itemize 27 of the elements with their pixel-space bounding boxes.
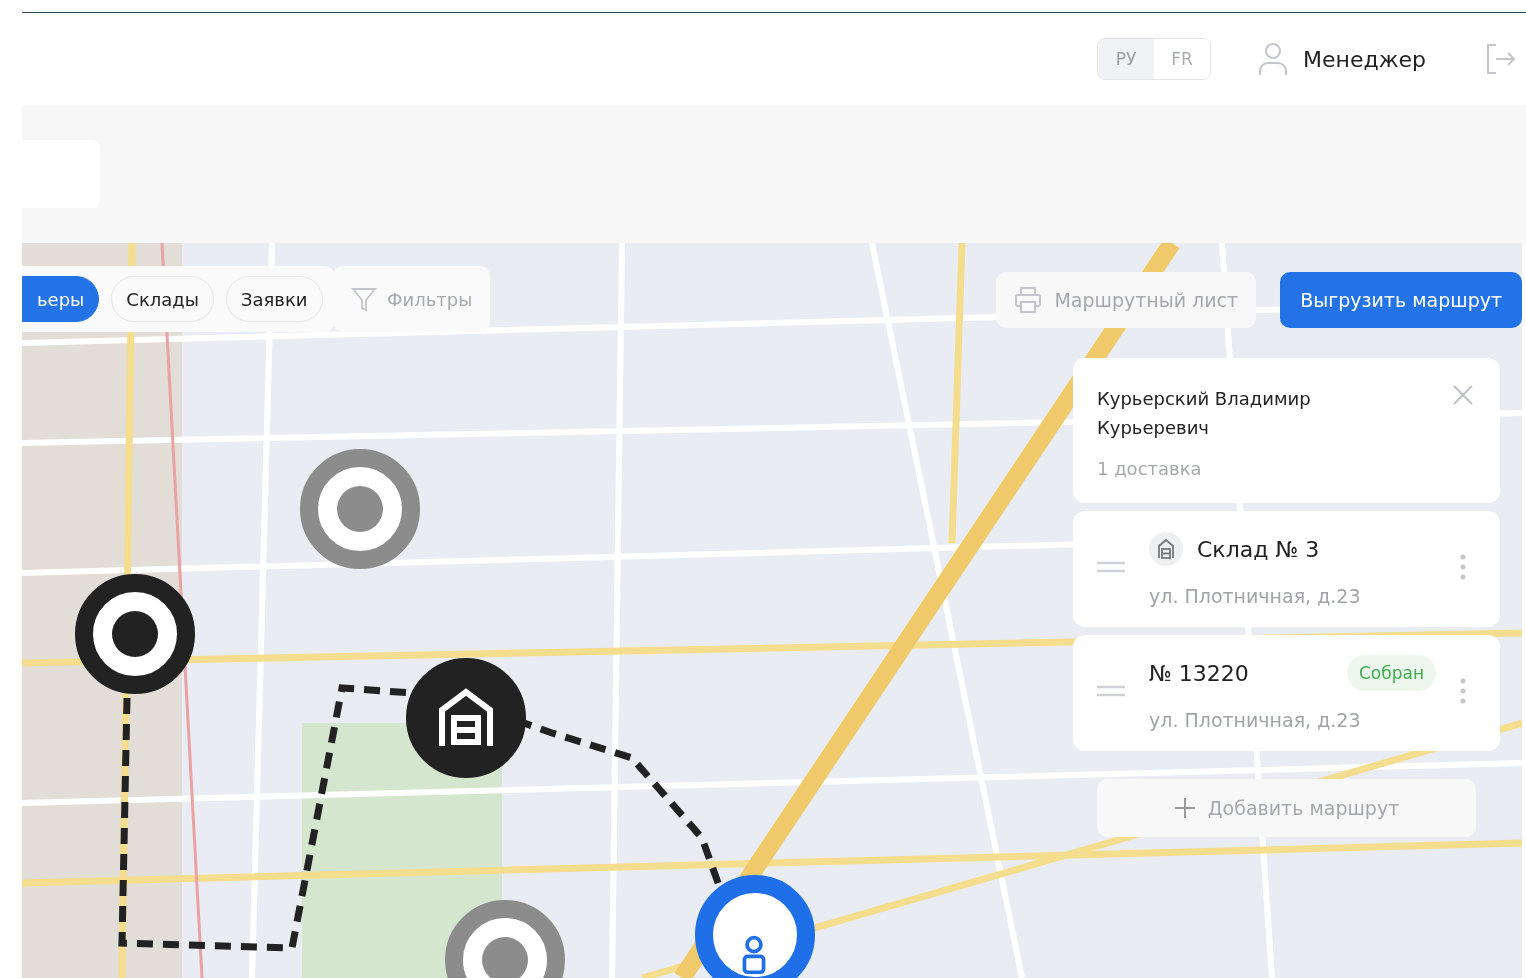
stop-title: № 13220 [1149, 660, 1250, 686]
user-icon [1257, 42, 1290, 76]
courier-name: Курьерский Владимир Курьеревич [1097, 387, 1312, 440]
status-badge: Собран [1346, 655, 1436, 691]
close-icon[interactable] [1452, 384, 1474, 406]
filter-icon [351, 286, 377, 312]
plus-icon [1173, 797, 1196, 819]
more-icon[interactable] [1460, 554, 1466, 580]
logout-icon[interactable] [1484, 43, 1516, 75]
drag-handle-icon[interactable] [1097, 685, 1125, 697]
warehouse-icon [1149, 532, 1183, 566]
drag-handle-icon[interactable] [1097, 561, 1125, 573]
stop-address: ул. Плотничная, д.23 [1149, 585, 1362, 607]
layer-tab[interactable]: ьеры [22, 276, 100, 322]
user-name[interactable]: Менеджер [1303, 46, 1426, 72]
export-route-button[interactable]: Выгрузить маршрут [1280, 272, 1522, 328]
language-tab[interactable]: РУ [1098, 39, 1155, 79]
layer-tab[interactable]: Заявки [225, 276, 323, 322]
stop-address: ул. Плотничная, д.23 [1149, 709, 1362, 731]
printer-icon [1014, 286, 1043, 314]
route-stop-card[interactable]: Склад № 3 ул. Плотничная, д.23 [1073, 511, 1500, 627]
delivery-count: 1 доставка [1097, 458, 1203, 479]
filters-button[interactable]: Фильтры [333, 266, 491, 332]
route-stop-card[interactable]: № 13220 Собран ул. Плотничная, д.23 [1073, 635, 1500, 751]
layer-tab[interactable]: Склады [111, 276, 214, 322]
more-icon[interactable] [1460, 678, 1466, 704]
stop-title: Склад № 3 [1197, 536, 1321, 562]
